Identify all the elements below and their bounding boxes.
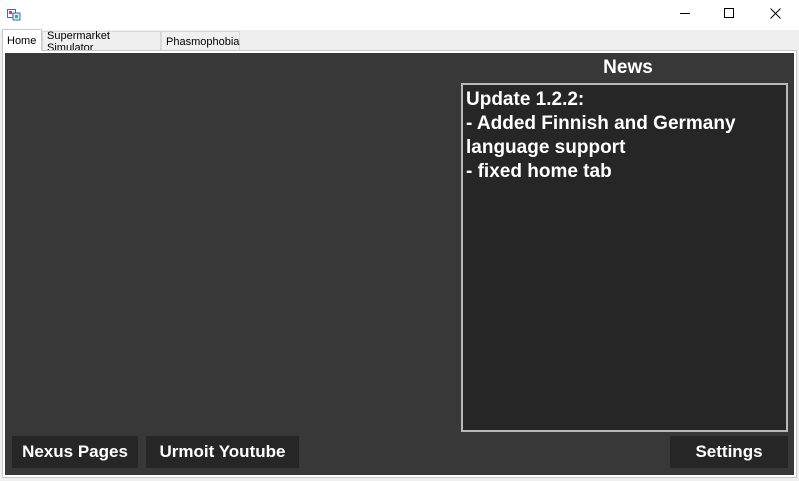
- close-button[interactable]: [752, 0, 798, 30]
- urmoit-youtube-button[interactable]: Urmoit Youtube: [146, 436, 299, 468]
- tab-label: Phasmophobia: [166, 35, 240, 48]
- app-icon[interactable]: [7, 7, 21, 21]
- minimize-button[interactable]: [662, 0, 708, 30]
- settings-button[interactable]: Settings: [670, 436, 788, 468]
- tab-phasmophobia[interactable]: Phasmophobia: [161, 31, 240, 51]
- tab-home[interactable]: Home: [2, 29, 42, 51]
- button-label: Nexus Pages: [22, 442, 128, 461]
- tab-label: Home: [7, 34, 37, 47]
- home-panel: News Update 1.2.2: - Added Finnish and G…: [5, 53, 794, 475]
- tab-supermarket-simulator[interactable]: Supermarket Simulator: [42, 30, 161, 54]
- button-label: Settings: [695, 442, 763, 461]
- button-label: Urmoit Youtube: [159, 442, 286, 461]
- tab-strip: Home Supermarket Simulator Phasmophobia: [0, 29, 799, 54]
- maximize-icon: [723, 6, 735, 24]
- tab-page-home: News Update 1.2.2: - Added Finnish and G…: [2, 50, 797, 478]
- title-bar: [0, 0, 799, 30]
- maximize-button[interactable]: [706, 0, 752, 30]
- nexus-pages-button[interactable]: Nexus Pages: [12, 436, 138, 468]
- minimize-icon: [679, 6, 691, 24]
- close-icon: [769, 6, 781, 24]
- news-textbox[interactable]: Update 1.2.2: - Added Finnish and German…: [461, 83, 788, 432]
- news-title: News: [603, 57, 653, 78]
